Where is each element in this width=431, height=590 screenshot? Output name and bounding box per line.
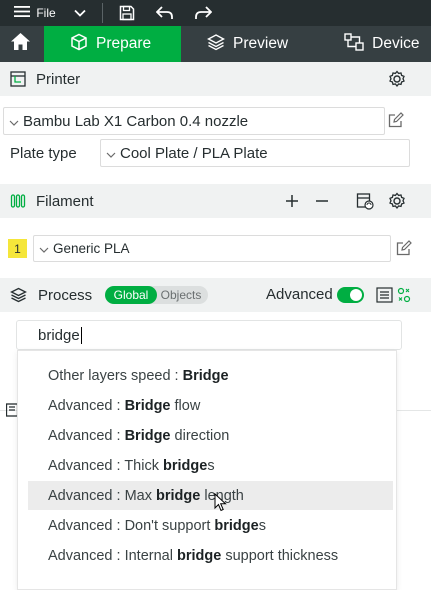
hamburger-icon — [14, 5, 31, 21]
device-icon — [344, 32, 364, 56]
add-filament-plus-icon[interactable] — [284, 193, 300, 214]
layers-icon — [207, 33, 225, 56]
tab-prepare[interactable]: Prepare — [44, 26, 181, 62]
printer-section-title: Printer — [36, 70, 81, 88]
tab-device-label: Device — [372, 35, 420, 52]
process-section-title: Process — [38, 286, 93, 304]
chevron-down-icon[interactable] — [58, 0, 102, 26]
search-result-item[interactable]: Advanced : Thick bridge s — [28, 451, 393, 480]
layers-icon — [10, 287, 27, 308]
search-result-item[interactable]: Advanced : Internal bridge support thick… — [28, 541, 393, 570]
file-menu-label: File — [36, 6, 56, 20]
tab-device[interactable]: Device — [344, 26, 420, 62]
toggle-knob — [350, 289, 362, 301]
toolbar-divider — [102, 3, 103, 23]
list-view-icon[interactable] — [376, 287, 393, 308]
scope-global-label: Global — [113, 288, 149, 302]
search-result-item[interactable]: Advanced : Bridge flow — [28, 391, 393, 420]
process-section-header: Process — [0, 278, 431, 312]
tab-preview-label: Preview — [233, 35, 289, 52]
advanced-toggle[interactable] — [337, 287, 364, 303]
plate-type-label: Plate type — [10, 145, 77, 162]
main-tab-bar: Prepare Preview Device — [0, 26, 431, 62]
cube-icon — [70, 33, 88, 56]
mouse-cursor-icon — [214, 492, 227, 517]
chevron-down-icon — [39, 241, 49, 256]
filament-select-value: Generic PLA — [53, 241, 130, 256]
search-result-item-hovered[interactable]: Advanced : Max bridge length — [28, 481, 393, 510]
search-result-item[interactable]: Other layers speed : Bridge — [28, 361, 393, 390]
settings-search-input[interactable]: bridge — [16, 320, 402, 350]
filament-icon — [10, 193, 26, 214]
chevron-down-icon — [9, 113, 19, 130]
home-tab[interactable] — [0, 26, 40, 62]
printer-select-value: Bambu Lab X1 Carbon 0.4 nozzle — [23, 112, 249, 130]
edit-filament-icon[interactable] — [396, 240, 412, 261]
filament-select[interactable]: Generic PLA — [33, 235, 391, 262]
search-query: bridge — [38, 326, 80, 344]
scope-global-toggle[interactable]: Global — [105, 286, 157, 304]
printer-section-header: Printer — [0, 62, 431, 96]
printer-select[interactable]: Bambu Lab X1 Carbon 0.4 nozzle — [3, 107, 385, 135]
home-icon — [10, 32, 31, 56]
ams-sync-icon[interactable] — [356, 192, 374, 215]
printer-icon — [10, 71, 26, 92]
title-bar: File — [0, 0, 431, 26]
edit-printer-icon[interactable] — [388, 112, 404, 133]
save-icon[interactable] — [108, 0, 146, 26]
search-result-item[interactable]: Advanced : Bridge direction — [28, 421, 393, 450]
remove-filament-minus-icon[interactable] — [314, 193, 330, 214]
search-result-item[interactable]: Advanced : Don't support bridge s — [28, 511, 393, 540]
undo-icon[interactable] — [146, 0, 184, 26]
tab-prepare-label: Prepare — [96, 35, 152, 52]
plate-type-value: Cool Plate / PLA Plate — [120, 144, 268, 162]
advanced-label: Advanced — [266, 286, 333, 303]
file-menu[interactable]: File — [0, 0, 58, 26]
filament-color-swatch[interactable]: 1 — [8, 239, 27, 258]
filament-section-title: Filament — [36, 192, 94, 210]
tab-preview[interactable]: Preview — [207, 26, 288, 62]
printer-settings-gear-icon[interactable] — [388, 70, 406, 93]
filament-index: 1 — [14, 241, 21, 256]
scope-objects-label: Objects — [160, 288, 202, 302]
plate-type-select[interactable]: Cool Plate / PLA Plate — [100, 139, 410, 167]
search-results-popup: Other layers speed : Bridge Advanced : B… — [17, 350, 397, 590]
chevron-down-icon — [106, 145, 116, 162]
text-caret — [80, 326, 82, 344]
compare-icon[interactable] — [397, 287, 411, 308]
filament-section-header: Filament — [0, 184, 431, 218]
filament-settings-gear-icon[interactable] — [388, 192, 406, 215]
redo-icon[interactable] — [184, 0, 222, 26]
